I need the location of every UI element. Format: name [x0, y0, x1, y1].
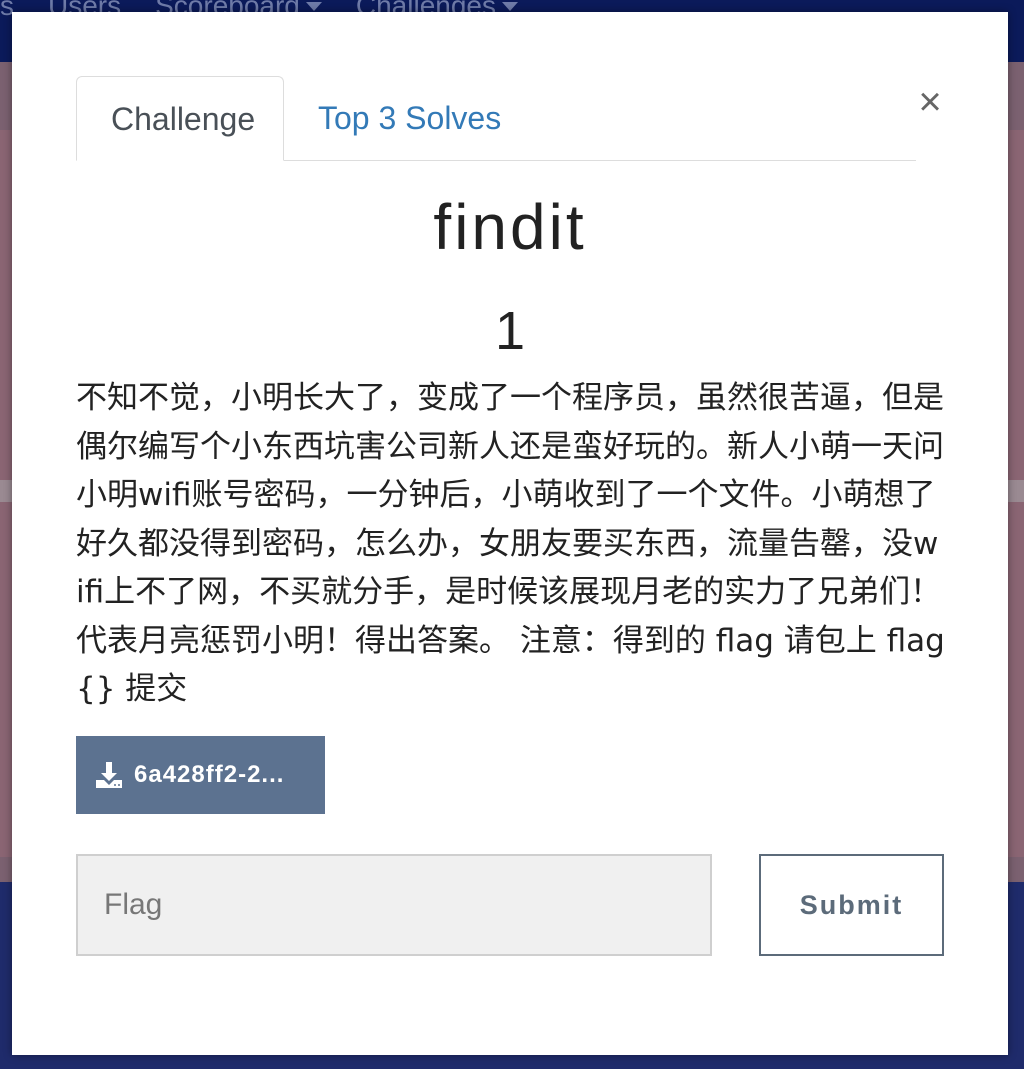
- close-button[interactable]: ×: [912, 82, 948, 122]
- tab-top-solves[interactable]: Top 3 Solves: [284, 76, 535, 158]
- challenge-title: findit: [433, 191, 587, 263]
- download-icon: [96, 762, 122, 788]
- challenge-description: 不知不觉，小明长大了，变成了一个程序员，虽然很苦逼，但是偶尔编写个小东西坑害公司…: [76, 380, 945, 707]
- chevron-down-icon: [502, 1, 518, 11]
- challenge-points: 1: [494, 301, 526, 361]
- modal-tabs: Challenge Top 3 Solves: [76, 76, 916, 161]
- file-name: 6a428ff2-2...: [134, 761, 285, 788]
- submit-button[interactable]: Submit: [759, 854, 944, 956]
- chevron-down-icon: [305, 1, 322, 11]
- tab-challenge[interactable]: Challenge: [76, 76, 284, 161]
- file-download-button[interactable]: 6a428ff2-2...: [76, 736, 325, 814]
- flag-input[interactable]: [76, 854, 712, 956]
- challenge-modal: Challenge Top 3 Solves × findit 1 不知不觉，小…: [12, 12, 1008, 1055]
